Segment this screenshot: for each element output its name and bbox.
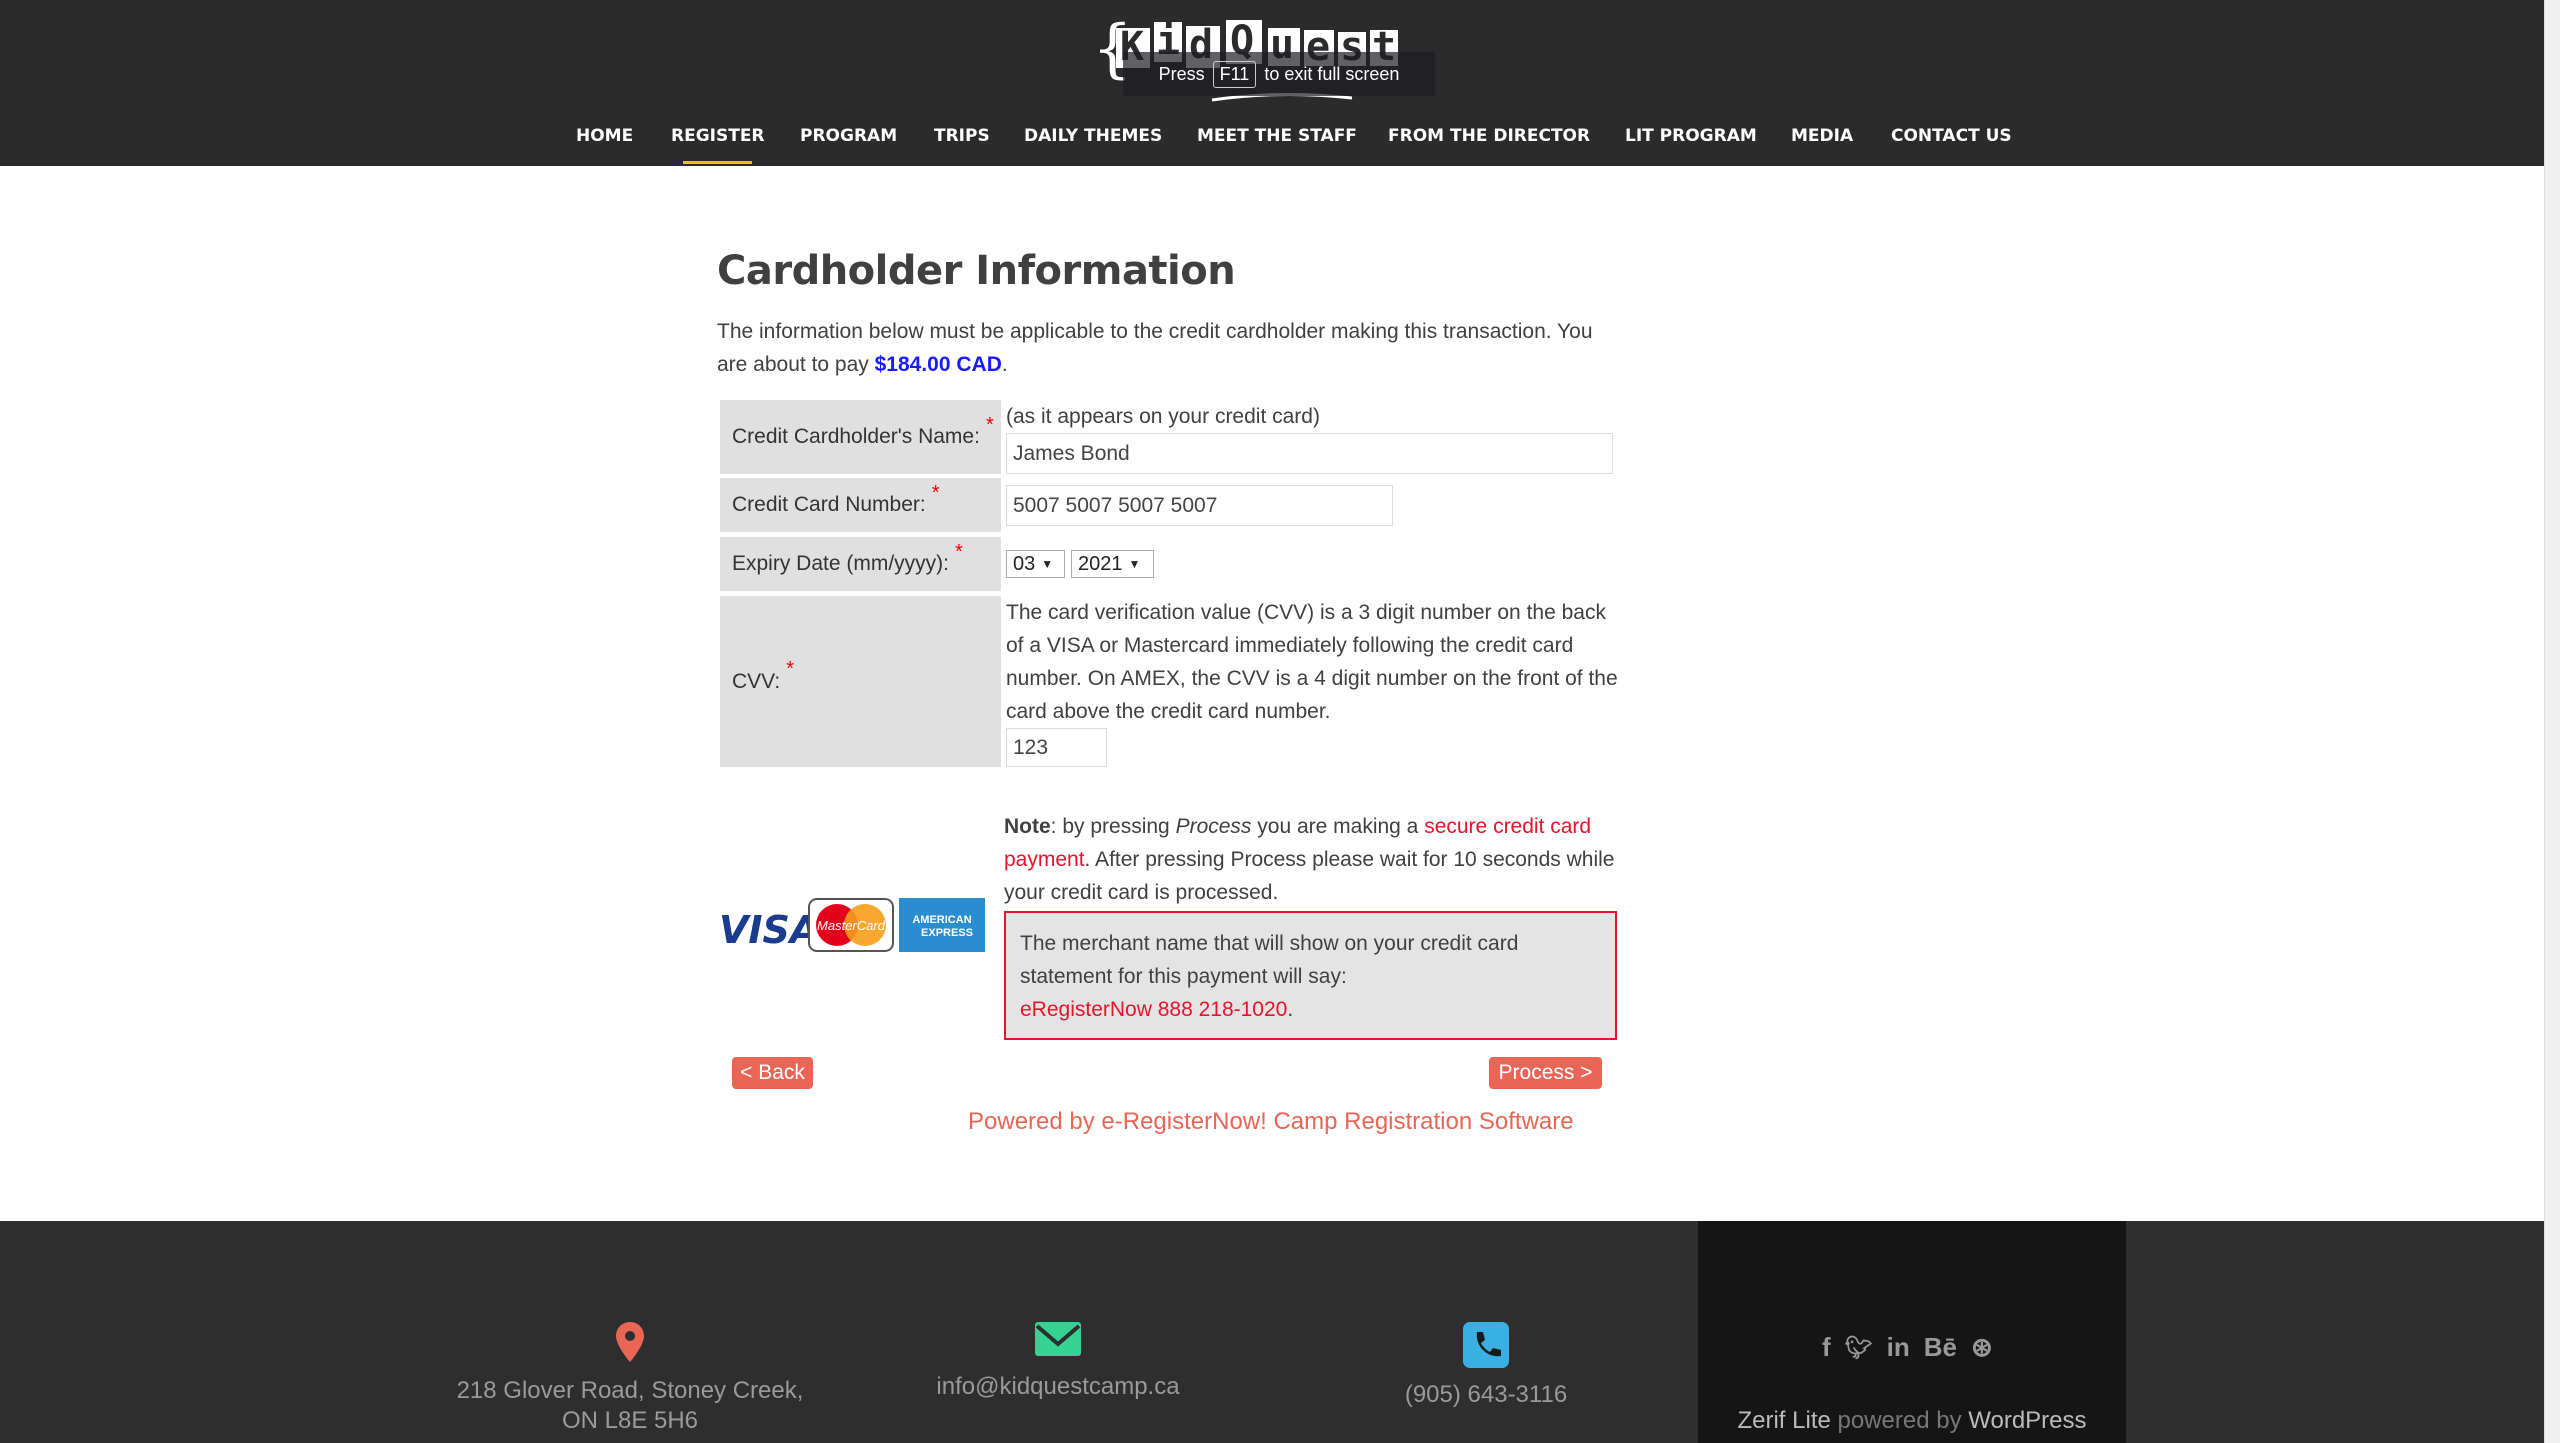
zerif-lite-link[interactable]: Zerif Lite	[1737, 1407, 1830, 1434]
page-scrollbar[interactable]	[2544, 0, 2560, 1443]
card-number-label: Credit Card Number: *	[720, 478, 1001, 532]
card-number-input[interactable]: 5007 5007 5007 5007	[1006, 485, 1393, 526]
location-pin-icon	[616, 1322, 644, 1367]
active-nav-indicator	[683, 161, 752, 164]
note-text: you are making a	[1251, 815, 1425, 838]
merchant-text: The merchant name that will show on your…	[1020, 932, 1519, 988]
nav-daily-themes[interactable]: DAILY THEMES	[1024, 126, 1162, 146]
back-button[interactable]: < Back	[732, 1057, 813, 1089]
dropdown-arrow-icon: ▼	[1041, 557, 1054, 571]
name-label: Credit Cardholder's Name: *	[720, 400, 1001, 474]
nav-register[interactable]: REGISTER	[671, 126, 765, 146]
social-links: f 🐦︎ in Bē ⊛	[1822, 1332, 1993, 1363]
nav-trips[interactable]: TRIPS	[934, 126, 990, 146]
note-text: : by pressing	[1050, 815, 1176, 838]
payment-amount: $184.00 CAD	[874, 353, 1002, 376]
nav-from-the-director[interactable]: FROM THE DIRECTOR	[1388, 126, 1590, 146]
svg-text:EXPRESS: EXPRESS	[921, 927, 973, 939]
process-button[interactable]: Process >	[1489, 1057, 1602, 1089]
name-hint: (as it appears on your credit card)	[1006, 405, 1320, 428]
page-title: Cardholder Information	[717, 248, 1236, 294]
accepted-cards: VISA MasterCard AMERICAN EXPRESS	[717, 898, 985, 952]
powered-by-link[interactable]: Powered by e-RegisterNow! Camp Registrat…	[968, 1108, 1574, 1136]
linkedin-icon[interactable]: in	[1887, 1332, 1910, 1363]
footer-email-link[interactable]: info@kidquestcamp.ca	[858, 1372, 1258, 1402]
footer-credit: Zerif Lite powered by WordPress	[1698, 1406, 2126, 1436]
intro-body: The information below must be applicable…	[717, 320, 1593, 376]
note-text: . After pressing Process please wait for…	[1004, 848, 1615, 904]
note-process-word: Process	[1175, 815, 1252, 838]
required-marker: *	[955, 540, 963, 563]
required-marker: *	[931, 481, 940, 504]
address-line: ON L8E 5H6	[561, 1407, 699, 1434]
expiry-month-select[interactable]: 03 ▼	[1006, 550, 1065, 578]
svg-text:AMERICAN: AMERICAN	[912, 914, 971, 926]
site-footer	[0, 1221, 2544, 1443]
footer-address: 218 Glover Road, Stoney Creek, ON L8E 5H6	[430, 1376, 830, 1436]
merchant-end: .	[1287, 998, 1294, 1021]
fullscreen-hint: Press F11 to exit full screen	[1123, 52, 1435, 96]
svg-text:MasterCard: MasterCard	[817, 918, 886, 933]
email-icon	[1035, 1322, 1081, 1361]
visa-logo: VISA	[719, 908, 819, 952]
nav-home[interactable]: HOME	[576, 126, 633, 146]
facebook-icon[interactable]: f	[1822, 1332, 1831, 1363]
behance-icon[interactable]: Bē	[1924, 1332, 1957, 1363]
merchant-name: eRegisterNow 888 218-1020	[1020, 998, 1288, 1021]
expiry-label: Expiry Date (mm/yyyy): *	[720, 537, 1001, 591]
hint-suffix: to exit full screen	[1264, 63, 1400, 84]
dropdown-arrow-icon: ▼	[1128, 557, 1141, 571]
note-label: Note	[1004, 815, 1051, 838]
merchant-notice: The merchant name that will show on your…	[1004, 911, 1617, 1040]
nav-meet-the-staff[interactable]: MEET THE STAFF	[1197, 126, 1357, 146]
hint-prefix: Press	[1158, 63, 1205, 84]
nav-lit-program[interactable]: LIT PROGRAM	[1625, 126, 1757, 146]
credit-text: powered by	[1830, 1407, 1969, 1434]
intro-end: .	[1001, 353, 1008, 376]
wordpress-link[interactable]: WordPress	[1968, 1407, 2086, 1434]
required-marker: *	[985, 413, 994, 436]
cvv-input[interactable]: 123	[1006, 728, 1107, 767]
name-label-text: Credit Cardholder's Name:	[732, 425, 980, 448]
expiry-month-value: 03	[1013, 552, 1036, 575]
card-number-label-text: Credit Card Number:	[732, 493, 926, 516]
phone-icon	[1463, 1322, 1509, 1373]
nav-media[interactable]: MEDIA	[1791, 126, 1853, 146]
dribbble-icon[interactable]: ⊛	[1971, 1332, 1993, 1363]
expiry-label-text: Expiry Date (mm/yyyy):	[732, 552, 950, 575]
footer-phone-link[interactable]: (905) 643-3116	[1286, 1380, 1686, 1410]
payment-note: Note: by pressing Process you are making…	[1004, 810, 1624, 909]
intro-text: The information below must be applicable…	[717, 315, 1617, 381]
address-line: 218 Glover Road, Stoney Creek,	[456, 1377, 804, 1404]
nav-program[interactable]: PROGRAM	[800, 126, 897, 146]
required-marker: *	[786, 658, 795, 680]
nav-contact-us[interactable]: CONTACT US	[1891, 126, 2012, 146]
hint-key: F11	[1212, 60, 1257, 88]
cvv-label: CVV: *	[720, 596, 1001, 767]
cardholder-name-input[interactable]: James Bond	[1006, 433, 1613, 474]
cvv-label-text: CVV:	[732, 669, 781, 693]
expiry-year-select[interactable]: 2021 ▼	[1071, 550, 1154, 578]
twitter-icon[interactable]: 🐦︎	[1845, 1335, 1873, 1361]
expiry-year-value: 2021	[1078, 552, 1123, 575]
cvv-help-text: The card verification value (CVV) is a 3…	[1006, 601, 1618, 723]
